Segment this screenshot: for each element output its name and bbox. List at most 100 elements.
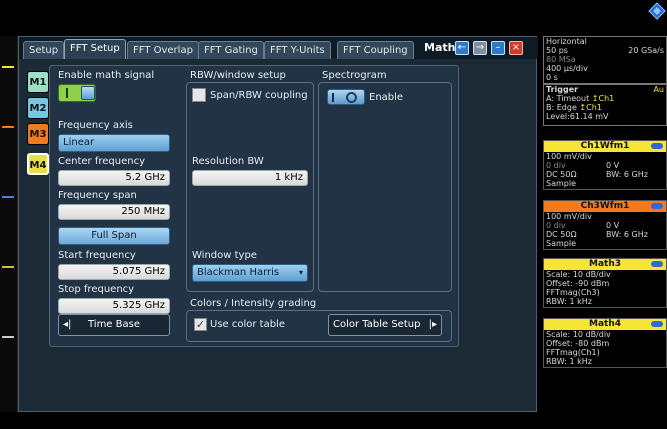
stop-frequency-field[interactable]: 5.325 GHz [58,298,170,314]
toggle-pill-icon[interactable] [651,261,663,267]
math4-rbw: RBW: 1 kHz [546,357,592,366]
ch1-offset: 0 V [606,161,620,170]
tab-fft-gating[interactable]: FFT Gating [198,41,264,59]
trigger-box[interactable]: Trigger Au A: Timeout ↥Ch1 B: Edge ↥Ch1 … [543,84,667,126]
time-base-button[interactable]: ◂| Time Base [58,314,170,336]
enable-math-toggle[interactable] [58,84,96,102]
span-rbw-coupling-checkbox[interactable] [192,88,206,102]
trigger-b-channel: Ch1 [586,103,602,112]
spectrogram-label: Spectrogram [322,70,387,81]
ch3-wfm-box[interactable]: Ch3Wfm1 100 mV/div 0 div 0 V DC 50Ω BW: 6 … [543,200,667,250]
horizontal-title: Horizontal [546,37,587,46]
colors-intensity-label: Colors / Intensity grading [190,298,317,309]
frequency-axis-value: Linear [63,137,95,148]
color-table-setup-button[interactable]: Color Table Setup |▸ [328,314,442,336]
horizontal-sample-rate: 20 GSa/s [628,46,664,55]
ch1-scale: 100 mV/div [546,152,592,161]
trigger-level: Level:61.14 mV [546,112,609,121]
fft-setup-panel: Enable math signal Frequency axis Linear… [49,65,459,347]
tab-setup[interactable]: Setup [23,41,65,59]
diamond-icon[interactable] [648,2,666,20]
span-rbw-coupling-label: Span/RBW coupling [210,90,308,101]
dropdown-arrow-icon: ▾ [298,268,303,277]
use-color-table-checkbox[interactable]: ✓ [194,318,207,331]
signal-info-pane: Horizontal 50 ps 20 GSa/s 80 MSa 400 µs/… [541,36,667,412]
ch1-wfm-box[interactable]: Ch1Wfm1 100 mV/div 0 div 0 V DC 50Ω BW: 6 … [543,140,667,190]
math4-title: Math4 [588,319,621,329]
toggle-pill-icon[interactable] [651,203,663,209]
spectrogram-enable-label: Enable [369,92,404,103]
tab-fft-y-units[interactable]: FFT Y-Units [264,41,331,59]
resolution-bw-field[interactable]: 1 kHz [192,170,308,186]
center-frequency-field[interactable]: 5.2 GHz [58,170,170,186]
math-tab-m1[interactable]: M1 [27,71,49,93]
math3-source: FFTmag(Ch3) [546,288,600,297]
toggle-pill-icon[interactable] [651,321,663,327]
math3-scale: Scale: 10 dB/div [546,270,611,279]
frequency-axis-dropdown[interactable]: Linear [58,134,170,152]
horizontal-line1: 50 ps 20 GSa/s [544,46,666,55]
waveform-trace [2,66,14,68]
tab-fft-coupling[interactable]: FFT Coupling [337,41,414,59]
math4-box[interactable]: Math4 Scale: 10 dB/div Offset: -80 dBm F… [543,318,667,368]
dialog-title: Math [424,41,456,54]
trigger-b-line: B: Edge ↥Ch1 [546,103,602,112]
ch3-bandwidth: BW: 6 GHz [606,230,648,239]
ch3-scale: 100 mV/div [546,212,592,221]
color-table-setup-label: Color Table Setup [333,319,421,330]
ch3-position: 0 div [546,221,566,230]
collapse-left-icon: ◂| [63,319,72,330]
trigger-b-text: B: Edge [546,103,577,112]
horizontal-record-length: 80 MSa [546,55,576,64]
start-frequency-field[interactable]: 5.075 GHz [58,264,170,280]
use-color-table-label: Use color table [210,319,285,330]
math3-box[interactable]: Math3 Scale: 10 dB/div Offset: -90 dBm F… [543,258,667,308]
tab-fft-setup[interactable]: FFT Setup [64,39,126,59]
resolution-bw-label: Resolution BW [192,156,264,167]
full-span-button[interactable]: Full Span [58,227,170,245]
start-frequency-label: Start frequency [58,250,136,261]
ch1-coupling-line: DC 50Ω BW: 6 GHz [544,170,666,179]
center-frequency-label: Center frequency [58,156,145,167]
toggle-pill-icon[interactable] [651,143,663,149]
window-type-dropdown[interactable]: Blackman Harris ▾ [192,264,308,282]
close-icon[interactable]: × [509,41,523,55]
forward-icon[interactable]: → [473,41,487,55]
expand-right-icon: |▸ [428,319,437,330]
math4-source: FFTmag(Ch1) [546,348,600,357]
spectrogram-enable-toggle[interactable] [327,89,365,105]
oscilloscope-screen: Setup FFT Setup FFT Overlap FFT Gating F… [0,0,667,429]
toggle-knob [81,86,95,100]
ch1-coupling: DC 50Ω [546,170,577,179]
math-tab-m3[interactable]: M3 [27,123,49,145]
ch3-title: Ch3Wfm1 [580,201,630,211]
waveform-trace [2,196,14,198]
horizontal-box[interactable]: Horizontal 50 ps 20 GSa/s 80 MSa 400 µs/… [543,36,667,84]
back-icon[interactable]: ← [455,41,469,55]
math-fft-dialog: Setup FFT Setup FFT Overlap FFT Gating F… [18,36,538,412]
ch1-mode: Sample [546,179,576,188]
tab-bar: Setup FFT Setup FFT Overlap FFT Gating F… [19,37,538,59]
frequency-axis-label: Frequency axis [58,120,133,131]
minimize-icon[interactable]: – [491,41,505,55]
ch3-coupling-line: DC 50Ω BW: 6 GHz [544,230,666,239]
trigger-header: Trigger Au [544,85,666,94]
trigger-mode: Au [653,85,664,94]
frequency-span-field[interactable]: 250 MHz [58,204,170,220]
math-tab-m4[interactable]: M4 [27,153,49,175]
math-tab-m2[interactable]: M2 [27,97,49,119]
stop-frequency-label: Stop frequency [58,284,135,295]
math3-title: Math3 [588,259,621,269]
math3-offset: Offset: -90 dBm [546,279,610,288]
time-base-label: Time Base [87,319,140,330]
horizontal-position: 0 s [546,73,558,82]
ch1-offset-line: 0 div 0 V [544,161,666,170]
ch3-offset: 0 V [606,221,620,230]
waveform-trace [2,336,14,338]
horizontal-resolution: 50 ps [546,46,568,55]
trigger-a-text: A: Timeout [546,94,590,103]
math4-scale: Scale: 10 dB/div [546,330,611,339]
window-type-value: Blackman Harris [197,267,280,278]
tab-fft-overlap[interactable]: FFT Overlap [127,41,199,59]
trigger-a-channel: Ch1 [598,94,615,103]
